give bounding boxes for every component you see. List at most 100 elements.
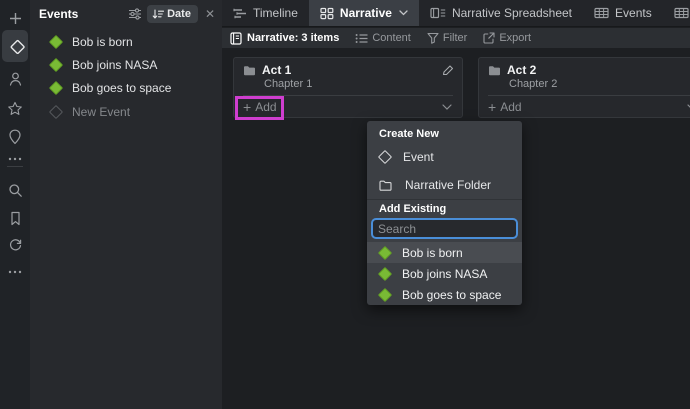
event-diamond-icon: [49, 80, 63, 94]
sidebar-item-characters[interactable]: [0, 66, 30, 92]
close-panel-button[interactable]: ✕: [203, 7, 217, 21]
funnel-icon: [427, 32, 439, 44]
card-divider: [243, 95, 453, 96]
bookmark-icon: [9, 211, 22, 226]
option-label: Bob goes to space: [402, 288, 501, 302]
plus-icon: +: [243, 101, 251, 113]
option-label: Bob joins NASA: [402, 267, 487, 281]
sort-button-label: Date: [167, 8, 191, 20]
card-subtitle: Chapter 2: [509, 78, 557, 90]
tab-narrative-spreadsheet[interactable]: Narrative Spreadsheet: [419, 0, 583, 26]
tab-label: Timeline: [253, 6, 298, 20]
search-input[interactable]: [371, 218, 518, 239]
sort-descending-icon: [152, 9, 164, 20]
events-panel-header: Events Date ✕: [30, 0, 222, 28]
events-panel: Events Date ✕ Bob is born Bob joins NASA: [30, 0, 222, 409]
folder-icon: [488, 65, 501, 76]
export-label: Export: [499, 32, 531, 44]
selected-highlight: [2, 30, 28, 62]
event-label: Bob is born: [72, 35, 133, 49]
event-diamond-icon: [49, 34, 63, 48]
card-title: Act 2: [507, 63, 536, 77]
event-list-item[interactable]: Bob is born: [30, 30, 222, 53]
map-pin-icon: [8, 129, 22, 145]
event-diamond-icon: [378, 245, 392, 259]
sliders-icon: [128, 8, 142, 20]
chevron-down-icon[interactable]: [399, 10, 408, 16]
act-1-card: Act 1 Chapter 1 + Add: [233, 57, 463, 118]
menu-item-label: Narrative Folder: [405, 178, 491, 192]
existing-event-option[interactable]: Bob goes to space: [367, 284, 522, 305]
folder-icon: [243, 65, 256, 76]
sidebar-sync-button[interactable]: [0, 231, 30, 257]
existing-event-option[interactable]: Bob joins NASA: [367, 263, 522, 284]
event-label: New Event: [72, 105, 130, 119]
add-button-label: Add: [500, 100, 521, 114]
card-title: Act 1: [262, 63, 291, 77]
narrative-view-icon: [230, 32, 242, 45]
content-label: Content: [372, 32, 411, 44]
new-event-list-item[interactable]: New Event: [30, 100, 222, 123]
person-icon: [8, 71, 23, 87]
tab-events[interactable]: Events: [583, 0, 663, 26]
rail-divider: [7, 166, 23, 167]
add-button-label: Add: [255, 100, 276, 114]
tab-label: Narrative Spreadsheet: [452, 6, 572, 20]
edit-pencil-icon[interactable]: [442, 64, 454, 76]
plus-icon: +: [488, 101, 496, 113]
create-event-menu-item[interactable]: Event: [367, 143, 522, 171]
sidebar-more-button-2[interactable]: [0, 259, 30, 285]
tab-bar: Timeline Narrative Narrative Spreadsheet: [222, 0, 690, 27]
tab-characters[interactable]: Characters: [663, 0, 690, 26]
filter-label: Filter: [443, 32, 467, 44]
sidebar-search-button[interactable]: [0, 177, 30, 203]
add-existing-header: Add Existing: [379, 203, 446, 215]
events-panel-title: Events: [39, 7, 78, 21]
event-list-item[interactable]: Bob goes to space: [30, 76, 222, 99]
timeline-icon: [233, 8, 247, 19]
sidebar-item-events[interactable]: [0, 30, 30, 62]
view-status-label: Narrative: 3 items: [247, 32, 339, 44]
chevron-down-icon[interactable]: [442, 104, 452, 110]
filter-button[interactable]: Filter: [427, 32, 467, 44]
sidebar-bookmarks-button[interactable]: [0, 205, 30, 231]
tab-narrative[interactable]: Narrative: [309, 0, 419, 26]
sidebar-more-button[interactable]: [0, 146, 30, 172]
filter-settings-button[interactable]: [128, 8, 142, 20]
card-divider: [488, 95, 690, 96]
menu-item-label: Event: [403, 150, 434, 164]
star-icon: [7, 101, 23, 116]
app-window: Events Date ✕ Bob is born Bob joins NASA: [0, 0, 690, 409]
event-diamond-icon: [49, 57, 63, 71]
folder-outline-icon: [379, 180, 392, 191]
create-narrative-folder-menu-item[interactable]: Narrative Folder: [367, 171, 522, 199]
sort-by-date-button[interactable]: Date: [147, 5, 198, 23]
add-button[interactable]: [0, 5, 30, 31]
act-1-add-button[interactable]: + Add: [243, 100, 277, 114]
event-list-item[interactable]: Bob joins NASA: [30, 53, 222, 76]
table-icon: [674, 7, 689, 19]
tab-label: Narrative: [340, 6, 392, 20]
event-diamond-icon: [8, 39, 25, 54]
export-icon: [483, 32, 495, 44]
sync-icon: [8, 237, 23, 252]
ellipsis-icon: [8, 270, 22, 274]
event-diamond-outline-icon: [378, 150, 392, 164]
popup-divider: [367, 199, 522, 200]
view-status: Narrative: 3 items: [230, 32, 339, 45]
tab-timeline[interactable]: Timeline: [222, 0, 309, 26]
create-new-header: Create New: [379, 128, 439, 140]
act-2-card: Act 2 Chapter 2 + Add: [478, 57, 690, 118]
option-label: Bob is born: [402, 246, 463, 260]
export-button[interactable]: Export: [483, 32, 531, 44]
table-icon: [594, 7, 609, 19]
existing-event-option[interactable]: Bob is born: [367, 242, 522, 263]
left-icon-rail: [0, 0, 30, 409]
plus-icon: [8, 11, 23, 26]
act-2-add-button[interactable]: + Add: [488, 100, 522, 114]
content-button[interactable]: Content: [355, 32, 411, 44]
tab-label: Events: [615, 6, 652, 20]
sidebar-item-favorites[interactable]: [0, 95, 30, 121]
card-subtitle: Chapter 1: [264, 78, 312, 90]
event-diamond-icon: [378, 287, 392, 301]
